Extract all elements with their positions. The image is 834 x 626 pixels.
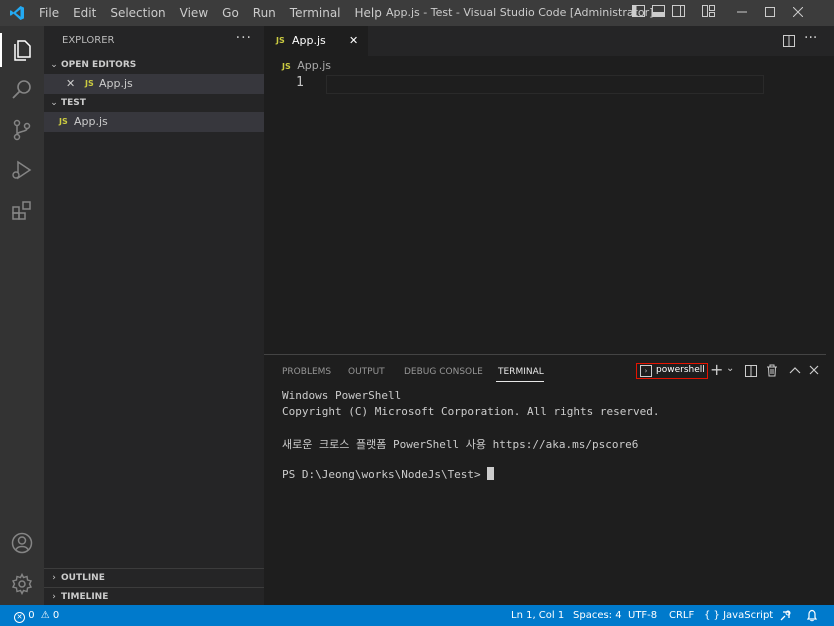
close-window-icon[interactable]	[784, 6, 812, 21]
terminal-line: 새로운 크로스 플랫폼 PowerShell 사용 https://aka.ms…	[282, 438, 639, 451]
warning-count: 0	[52, 610, 60, 621]
menu-help[interactable]: Help	[348, 0, 389, 26]
title-bar: File Edit Selection View Go Run Terminal…	[0, 0, 834, 26]
menu-selection[interactable]: Selection	[103, 0, 172, 26]
extensions-icon[interactable]	[10, 199, 34, 223]
sidebar-title: EXPLORER	[62, 35, 115, 46]
outline-header[interactable]: › OUTLINE	[44, 569, 264, 587]
js-file-icon: JS	[276, 36, 285, 45]
file-item-app-js[interactable]: JS App.js	[44, 112, 264, 132]
close-panel-icon[interactable]	[809, 365, 819, 375]
trash-icon[interactable]	[766, 364, 778, 377]
window-controls	[728, 0, 812, 26]
cursor-position[interactable]: Ln 1, Col 1	[511, 605, 564, 626]
warning-icon: ⚠	[40, 610, 50, 621]
vscode-logo-icon	[10, 6, 24, 20]
error-count: 0	[28, 610, 35, 621]
file-item-label: App.js	[74, 115, 108, 128]
tab-label: App.js	[292, 34, 326, 47]
chevron-down-icon: ⌄	[50, 98, 58, 108]
terminal-cursor	[487, 467, 495, 480]
menu-edit[interactable]: Edit	[66, 0, 103, 26]
explorer-sidebar: EXPLORER ··· ⌄ OPEN EDITORS ✕ JS App.js ⌄…	[44, 26, 264, 605]
active-indicator	[0, 33, 2, 67]
maximize-panel-icon[interactable]	[789, 365, 801, 375]
editor-more-actions-icon[interactable]: ···	[804, 30, 817, 46]
terminal-output[interactable]: Windows PowerShell Copyright (C) Microso…	[264, 385, 834, 605]
tab-problems[interactable]: PROBLEMS	[282, 367, 331, 377]
minimize-icon[interactable]	[728, 6, 756, 21]
terminal-selector[interactable]: › powershell	[636, 363, 708, 379]
search-icon[interactable]	[10, 78, 34, 102]
breadcrumb-file[interactable]: App.js	[297, 59, 331, 72]
open-editor-filename: App.js	[99, 77, 133, 90]
chevron-down-icon[interactable]: ⌄	[726, 363, 734, 374]
more-actions-icon[interactable]: ···	[236, 30, 252, 46]
encoding[interactable]: UTF-8	[628, 605, 657, 626]
open-editors-header[interactable]: ⌄ OPEN EDITORS	[44, 56, 264, 74]
close-tab-icon[interactable]: ✕	[349, 34, 358, 47]
tab-debug-console[interactable]: DEBUG CONSOLE	[404, 367, 483, 377]
tab-output[interactable]: OUTPUT	[348, 367, 385, 377]
js-file-icon: JS	[59, 117, 68, 126]
feedback-icon[interactable]	[779, 609, 792, 622]
window-edge	[826, 270, 834, 590]
window-title: App.js - Test - Visual Studio Code [Admi…	[386, 6, 654, 19]
close-editor-icon[interactable]: ✕	[66, 74, 75, 94]
maximize-icon[interactable]	[756, 6, 784, 21]
customize-layout-icon[interactable]	[698, 5, 718, 21]
current-line-highlight	[326, 75, 764, 94]
menu-go[interactable]: Go	[215, 0, 246, 26]
manage-gear-icon[interactable]	[10, 572, 34, 596]
problems-status[interactable]: ✕ 0 ⚠ 0	[14, 605, 59, 626]
menu-terminal[interactable]: Terminal	[283, 0, 348, 26]
explorer-icon[interactable]	[10, 38, 34, 62]
breadcrumb: JS App.js	[282, 58, 331, 74]
tab-terminal[interactable]: TERMINAL	[498, 367, 544, 377]
end-of-line[interactable]: CRLF	[669, 605, 694, 626]
open-editor-item[interactable]: ✕ JS App.js	[44, 74, 264, 94]
active-tab-underline	[496, 381, 544, 382]
menu-bar: File Edit Selection View Go Run Terminal…	[32, 0, 389, 26]
source-control-icon[interactable]	[10, 118, 34, 142]
bottom-panel: PROBLEMS OUTPUT DEBUG CONSOLE TERMINAL ›…	[264, 354, 834, 606]
terminal-icon: ›	[640, 365, 652, 377]
js-file-icon: JS	[85, 79, 94, 88]
line-number: 1	[296, 75, 304, 90]
editor-tab-bar: JS App.js ✕ ···	[264, 26, 834, 56]
run-debug-icon[interactable]	[10, 158, 34, 182]
braces-icon: { }	[704, 610, 720, 621]
chevron-right-icon: ›	[52, 573, 56, 583]
indentation[interactable]: Spaces: 4	[573, 605, 622, 626]
timeline-header[interactable]: › TIMELINE	[44, 588, 264, 606]
layout-controls	[628, 0, 718, 26]
terminal-line: Copyright (C) Microsoft Corporation. All…	[282, 405, 660, 418]
js-file-icon: JS	[282, 62, 291, 71]
menu-run[interactable]: Run	[246, 0, 283, 26]
activity-bar	[0, 26, 44, 605]
split-terminal-icon[interactable]	[745, 365, 757, 377]
accounts-icon[interactable]	[10, 531, 34, 555]
tab-app-js[interactable]: JS App.js ✕	[264, 26, 368, 56]
toggle-sidebar-icon[interactable]	[628, 5, 648, 21]
menu-view[interactable]: View	[173, 0, 215, 26]
toggle-panel-icon[interactable]	[648, 5, 668, 21]
chevron-down-icon: ⌄	[50, 60, 58, 70]
toggle-secondary-sidebar-icon[interactable]	[668, 5, 688, 21]
terminal-line: Windows PowerShell	[282, 389, 402, 402]
code-editor[interactable]: JS App.js 1	[264, 56, 834, 354]
notifications-bell-icon[interactable]	[806, 609, 818, 622]
chevron-right-icon: ›	[52, 592, 56, 602]
new-terminal-icon[interactable]: +	[710, 360, 723, 379]
status-bar: ✕ 0 ⚠ 0 Ln 1, Col 1 Spaces: 4 UTF-8 CRLF…	[0, 605, 834, 626]
menu-file[interactable]: File	[32, 0, 66, 26]
language-mode[interactable]: { } JavaScript	[704, 605, 773, 626]
error-icon: ✕	[14, 612, 25, 623]
split-editor-icon[interactable]	[783, 35, 795, 47]
terminal-prompt: PS D:\Jeong\works\NodeJs\Test>	[282, 467, 495, 481]
terminal-name: powershell	[656, 365, 705, 375]
folder-header-test[interactable]: ⌄ TEST	[44, 94, 264, 112]
